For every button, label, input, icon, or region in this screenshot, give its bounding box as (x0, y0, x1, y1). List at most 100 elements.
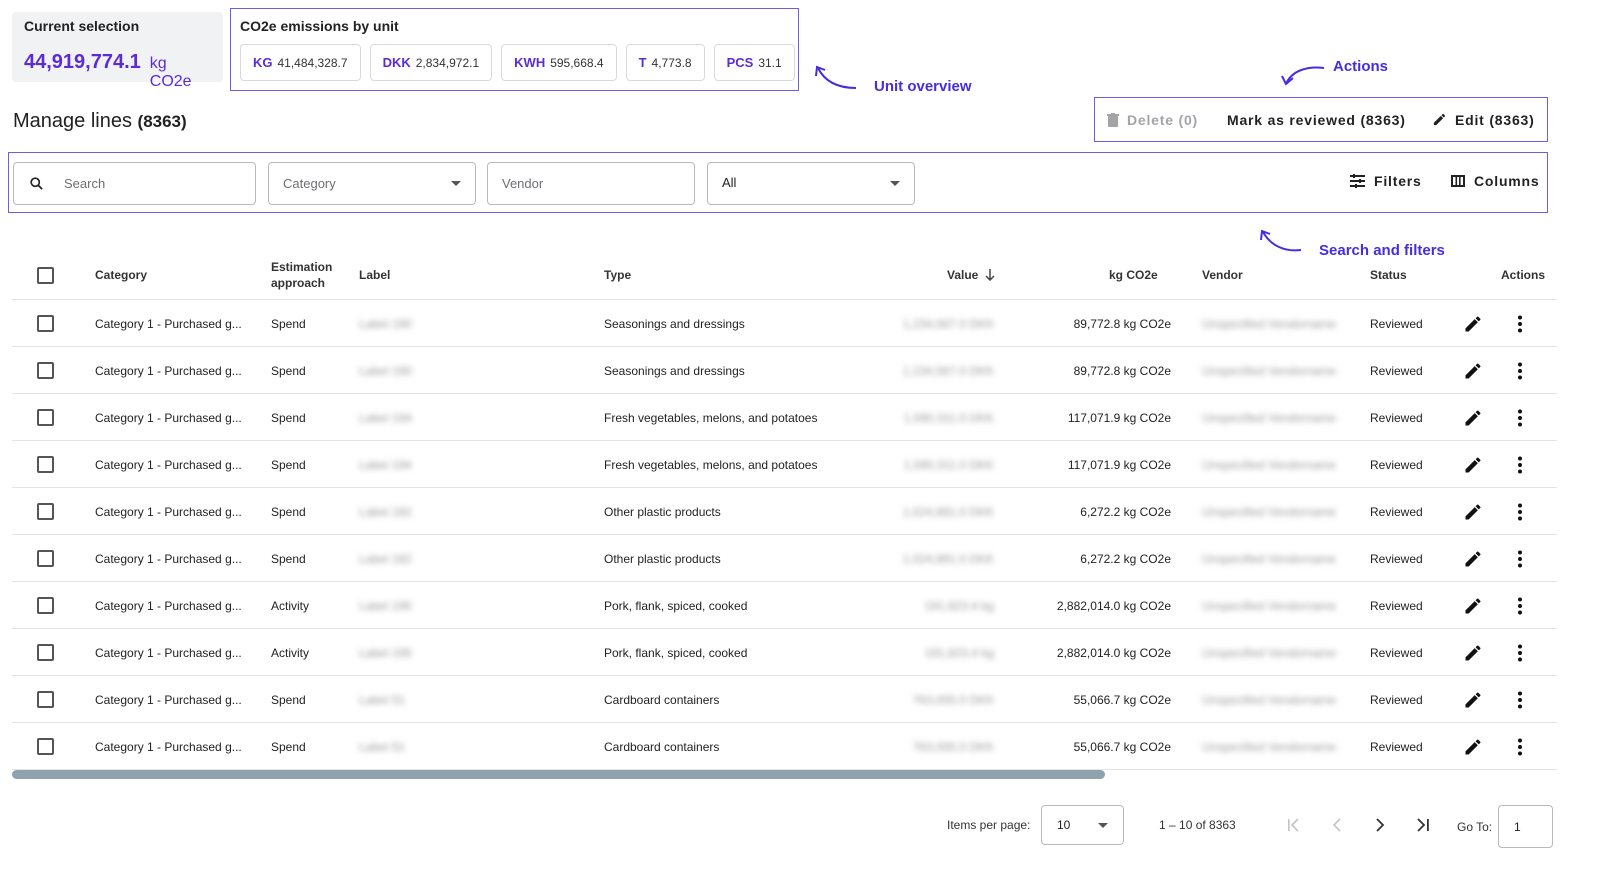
horizontal-scrollbar[interactable] (12, 770, 1557, 779)
cell-status: Reviewed (1370, 645, 1423, 660)
edit-icon[interactable] (1463, 361, 1483, 381)
row-more-button[interactable] (1517, 535, 1523, 582)
more-vert-icon[interactable] (1517, 409, 1523, 427)
row-edit-button[interactable] (1463, 394, 1483, 441)
table-row[interactable]: Category 1 - Purchased g... Spend Label 18… (12, 488, 1557, 535)
col-header-label[interactable]: Label (359, 250, 390, 300)
items-per-page-select[interactable]: 10 (1041, 805, 1124, 845)
row-edit-button[interactable] (1463, 347, 1483, 394)
row-more-button[interactable] (1517, 488, 1523, 535)
delete-button-label: Delete (0) (1127, 111, 1199, 128)
table-row[interactable]: Category 1 - Purchased g... Spend Label 19… (12, 347, 1557, 394)
edit-all-button[interactable]: Edit (8363) (1432, 112, 1535, 128)
col-header-type[interactable]: Type (604, 250, 631, 300)
more-vert-icon[interactable] (1517, 362, 1523, 380)
edit-icon[interactable] (1463, 314, 1483, 334)
mark-reviewed-button[interactable]: Mark as reviewed (8363) (1227, 112, 1432, 128)
row-edit-button[interactable] (1463, 488, 1483, 535)
table-row[interactable]: Category 1 - Purchased g... Spend Label 19… (12, 300, 1557, 347)
filters-button[interactable]: Filters (1350, 173, 1422, 189)
more-vert-icon[interactable] (1517, 550, 1523, 568)
unit-chip-value: 595,668.4 (550, 55, 604, 70)
row-more-button[interactable] (1517, 347, 1523, 394)
row-checkbox[interactable] (37, 362, 54, 379)
row-more-button[interactable] (1517, 676, 1523, 723)
table-row[interactable]: Category 1 - Purchased g... Spend Label 19… (12, 394, 1557, 441)
vendor-input[interactable]: Vendor (487, 162, 695, 205)
delete-button[interactable]: Delete (0) (1107, 112, 1227, 128)
row-checkbox[interactable] (37, 691, 54, 708)
row-edit-button[interactable] (1463, 441, 1483, 488)
goto-page-input[interactable]: 1 (1498, 805, 1553, 848)
unit-chip[interactable]: KG 41,484,328.7 (240, 44, 361, 81)
more-vert-icon[interactable] (1517, 315, 1523, 333)
row-checkbox[interactable] (37, 503, 54, 520)
emissions-by-unit-card: CO2e emissions by unit KG 41,484,328.7 DKK… (230, 8, 799, 91)
prev-page-button[interactable] (1325, 813, 1349, 837)
table-row[interactable]: Category 1 - Purchased g... Spend Label 51… (12, 676, 1557, 723)
table-row[interactable]: Category 1 - Purchased g... Activity Label… (12, 629, 1557, 676)
unit-chip[interactable]: KWH 595,668.4 (501, 44, 617, 81)
more-vert-icon[interactable] (1517, 456, 1523, 474)
row-more-button[interactable] (1517, 441, 1523, 488)
last-page-button[interactable] (1411, 813, 1435, 837)
row-more-button[interactable] (1517, 723, 1523, 770)
row-checkbox[interactable] (37, 597, 54, 614)
edit-icon[interactable] (1463, 549, 1483, 569)
row-checkbox[interactable] (37, 738, 54, 755)
edit-icon[interactable] (1463, 455, 1483, 475)
row-edit-button[interactable] (1463, 676, 1483, 723)
row-more-button[interactable] (1517, 629, 1523, 676)
cell-type: Other plastic products (604, 551, 721, 566)
row-edit-button[interactable] (1463, 300, 1483, 347)
status-select[interactable]: All (707, 162, 915, 205)
row-checkbox[interactable] (37, 644, 54, 661)
cell-estimation-approach: Activity (271, 598, 310, 613)
col-header-kg[interactable]: kg CO2e (1109, 250, 1158, 300)
unit-chip-unit: PCS (726, 55, 754, 70)
category-select[interactable]: Category (268, 162, 476, 205)
table-row[interactable]: Category 1 - Purchased g... Activity Label… (12, 582, 1557, 629)
col-header-category[interactable]: Category (95, 250, 147, 300)
first-page-button[interactable] (1282, 813, 1306, 837)
row-more-button[interactable] (1517, 300, 1523, 347)
more-vert-icon[interactable] (1517, 597, 1523, 615)
row-edit-button[interactable] (1463, 723, 1483, 770)
row-checkbox[interactable] (37, 409, 54, 426)
columns-button[interactable]: Columns (1451, 173, 1540, 189)
edit-icon[interactable] (1463, 408, 1483, 428)
row-edit-button[interactable] (1463, 535, 1483, 582)
col-header-vendor[interactable]: Vendor (1202, 250, 1243, 300)
col-header-value[interactable]: Value (947, 250, 995, 300)
col-header-estimation[interactable]: Estimation approach (271, 250, 332, 300)
table-row[interactable]: Category 1 - Purchased g... Spend Label 51… (12, 723, 1557, 770)
items-per-page-value: 10 (1057, 818, 1071, 832)
edit-icon[interactable] (1463, 690, 1483, 710)
more-vert-icon[interactable] (1517, 691, 1523, 709)
more-vert-icon[interactable] (1517, 738, 1523, 756)
more-vert-icon[interactable] (1517, 503, 1523, 521)
row-checkbox[interactable] (37, 550, 54, 567)
edit-icon[interactable] (1463, 596, 1483, 616)
unit-chip[interactable]: DKK 2,834,972.1 (369, 44, 493, 81)
unit-chip[interactable]: PCS 31.1 (713, 44, 795, 81)
edit-icon[interactable] (1463, 737, 1483, 757)
edit-icon[interactable] (1463, 643, 1483, 663)
more-vert-icon[interactable] (1517, 644, 1523, 662)
next-page-button[interactable] (1368, 813, 1392, 837)
row-more-button[interactable] (1517, 394, 1523, 441)
row-checkbox[interactable] (37, 315, 54, 332)
search-input[interactable]: Search (13, 162, 256, 205)
col-header-status[interactable]: Status (1370, 250, 1407, 300)
select-all-checkbox[interactable] (37, 266, 54, 284)
row-more-button[interactable] (1517, 582, 1523, 629)
cell-category: Category 1 - Purchased g... (95, 504, 242, 519)
row-edit-button[interactable] (1463, 629, 1483, 676)
unit-chip[interactable]: T 4,773.8 (625, 44, 705, 81)
scrollbar-thumb[interactable] (12, 770, 1105, 779)
row-checkbox[interactable] (37, 456, 54, 473)
table-row[interactable]: Category 1 - Purchased g... Spend Label 19… (12, 441, 1557, 488)
table-row[interactable]: Category 1 - Purchased g... Spend Label 18… (12, 535, 1557, 582)
edit-icon[interactable] (1463, 502, 1483, 522)
row-edit-button[interactable] (1463, 582, 1483, 629)
